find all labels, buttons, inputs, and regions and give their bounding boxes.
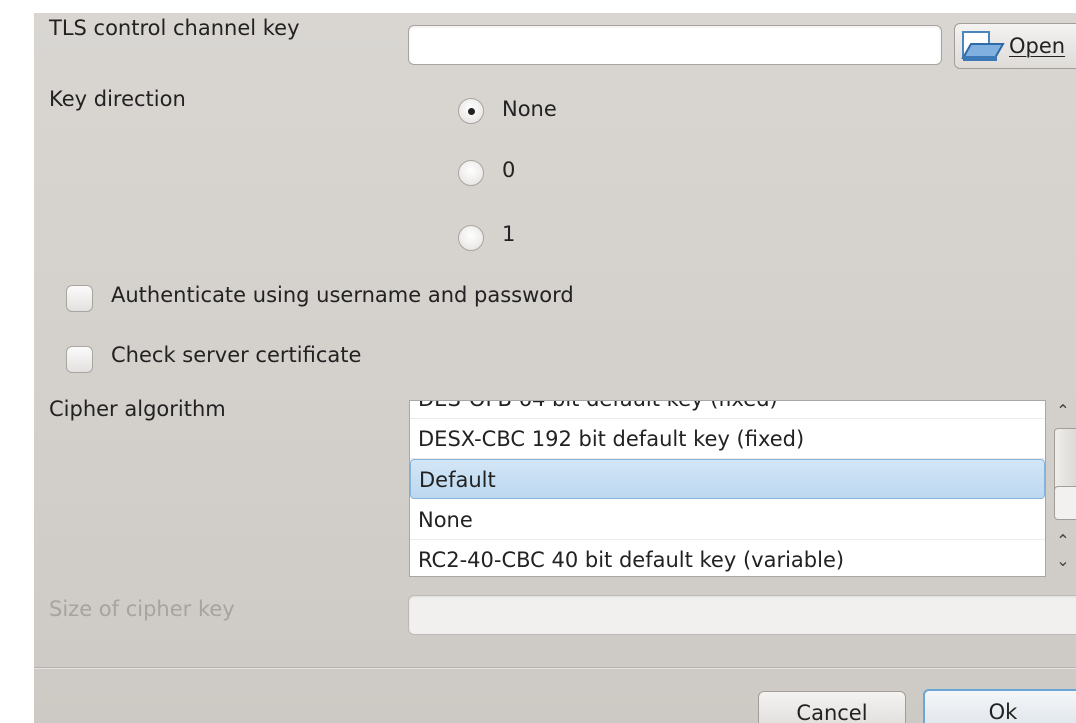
- check-server-certificate-checkbox[interactable]: [66, 346, 93, 373]
- key-direction-radio-none[interactable]: [458, 98, 484, 124]
- key-direction-label: Key direction: [49, 87, 186, 111]
- scroll-up-icon[interactable]: ⌃: [1052, 402, 1074, 420]
- tls-key-field[interactable]: [408, 25, 942, 65]
- key-direction-radio-0[interactable]: [458, 160, 484, 186]
- tls-key-label: TLS control channel key: [49, 16, 300, 40]
- cipher-list-item-selected[interactable]: Default: [410, 459, 1045, 499]
- check-server-certificate-label: Check server certificate: [111, 343, 362, 367]
- cipher-list-item[interactable]: DES-OFB 64 bit default key (fixed): [410, 401, 1045, 419]
- cancel-button[interactable]: Cancel: [758, 691, 906, 723]
- key-direction-option-1: 1: [502, 222, 516, 246]
- dialog-separator: [34, 667, 1076, 669]
- cipher-algorithm-label: Cipher algorithm: [49, 397, 226, 421]
- cipher-key-size-field[interactable]: [408, 595, 1076, 635]
- key-direction-option-none: None: [502, 97, 557, 121]
- open-file-icon: [961, 30, 1005, 62]
- auth-username-password-checkbox[interactable]: [66, 285, 93, 312]
- scroll-down-icon[interactable]: ⌄: [1052, 552, 1074, 570]
- key-direction-option-0: 0: [502, 158, 516, 182]
- vpn-advanced-settings-panel: TLS control channel key Open Key directi…: [34, 13, 1076, 723]
- ok-button[interactable]: Ok: [923, 689, 1076, 723]
- scroll-up-icon[interactable]: ⌃: [1052, 532, 1074, 550]
- cipher-list-item[interactable]: DESX-CBC 192 bit default key (fixed): [410, 419, 1045, 459]
- open-file-label: Open: [1009, 34, 1066, 58]
- cipher-key-size-label: Size of cipher key: [49, 597, 235, 621]
- open-file-button[interactable]: Open: [954, 23, 1076, 69]
- cancel-button-label: Cancel: [796, 701, 868, 723]
- cipher-list-scrollbar[interactable]: ⌃ ⌃ ⌄: [1048, 400, 1076, 577]
- ok-button-label: Ok: [988, 700, 1018, 723]
- cipher-algorithm-list[interactable]: DES-OFB 64 bit default key (fixed) DESX-…: [409, 400, 1046, 577]
- key-direction-radio-1[interactable]: [458, 225, 484, 251]
- cipher-list-item[interactable]: None: [410, 500, 1045, 540]
- cipher-list-item[interactable]: RC2-40-CBC 40 bit default key (variable): [410, 540, 1045, 576]
- scrollbar-handle[interactable]: [1054, 486, 1076, 520]
- auth-username-password-label: Authenticate using username and password: [111, 283, 574, 307]
